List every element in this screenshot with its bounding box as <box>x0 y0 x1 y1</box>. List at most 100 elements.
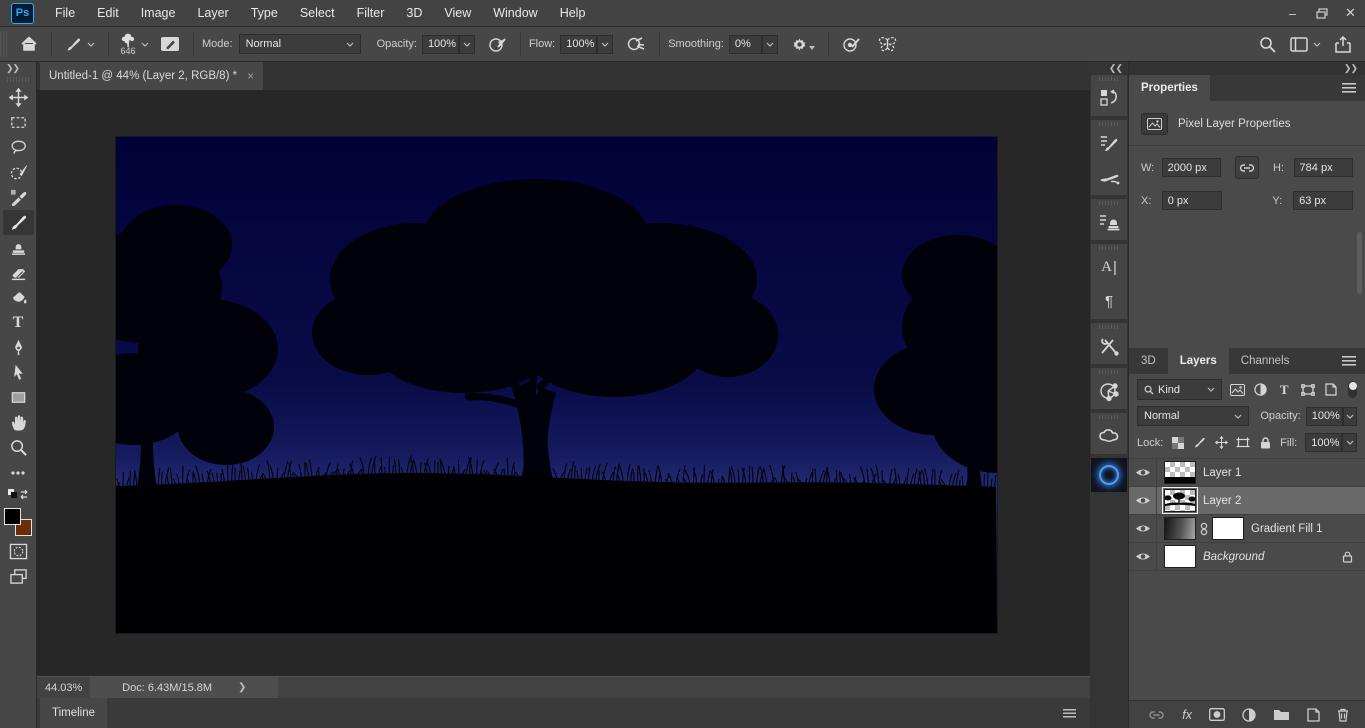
filter-adjustment-layers-icon[interactable] <box>1252 383 1268 396</box>
status-chevron-icon[interactable]: ❯ <box>238 682 246 693</box>
tab-properties[interactable]: Properties <box>1129 75 1210 101</box>
restore-button[interactable] <box>1307 0 1336 26</box>
character-panel-tile[interactable]: A | ¶ <box>1091 244 1127 319</box>
default-and-swap-colors[interactable] <box>3 485 34 505</box>
opacity-input[interactable]: 100% <box>421 34 459 54</box>
clone-stamp-tool[interactable] <box>3 235 34 260</box>
gradient-fill-thumbnail[interactable] <box>1164 517 1196 540</box>
properties-menu-icon[interactable] <box>1342 75 1356 101</box>
brush-settings-panel-tile[interactable] <box>1091 120 1127 195</box>
hand-tool[interactable] <box>3 410 34 435</box>
paint-bucket-tool[interactable] <box>3 285 34 310</box>
tab-layers[interactable]: Layers <box>1167 348 1229 374</box>
toggle-brush-settings-panel[interactable] <box>155 31 185 57</box>
link-dimensions-button[interactable] <box>1235 156 1259 179</box>
layer-1-name[interactable]: Layer 1 <box>1203 467 1241 479</box>
layer-row-layer-1[interactable]: Layer 1 <box>1129 459 1365 487</box>
layers-menu-icon[interactable] <box>1342 348 1356 374</box>
dock-collapse-chevron[interactable]: ❯❯ <box>1344 63 1358 74</box>
toolbar-expand-chevron[interactable]: ❯❯ <box>0 62 36 75</box>
layer-2-visibility-eye-icon[interactable] <box>1129 487 1157 514</box>
document-tab[interactable]: Untitled-1 @ 44% (Layer 2, RGB/8) * × <box>40 62 264 90</box>
smoothing-dropdown[interactable] <box>761 34 778 54</box>
gradient-fill-name[interactable]: Gradient Fill 1 <box>1251 523 1323 535</box>
tab-3d[interactable]: 3D <box>1129 348 1168 374</box>
layer-1-visibility-eye-icon[interactable] <box>1129 459 1157 486</box>
menu-type[interactable]: Type <box>240 0 289 26</box>
x-input[interactable]: 0 px <box>1161 191 1222 210</box>
edit-toolbar-ellipsis[interactable] <box>3 460 34 485</box>
background-name[interactable]: Background <box>1203 551 1264 563</box>
smoothing-options-gear[interactable] <box>786 31 820 57</box>
tool-presets-panel-tile[interactable] <box>1091 323 1127 364</box>
foreground-color-swatch[interactable] <box>4 508 21 525</box>
pressure-opacity-toggle[interactable] <box>483 31 512 57</box>
filter-toggle-switch[interactable] <box>1348 381 1357 398</box>
smoothing-input[interactable]: 0% <box>728 34 762 54</box>
background-thumbnail[interactable] <box>1164 545 1196 568</box>
pen-tool[interactable] <box>3 335 34 360</box>
width-input[interactable]: 2000 px <box>1161 158 1222 177</box>
menu-layer[interactable]: Layer <box>186 0 239 26</box>
lock-transparency-icon[interactable] <box>1171 436 1185 449</box>
airbrush-toggle[interactable] <box>621 31 651 57</box>
document-close-icon[interactable]: × <box>247 69 254 83</box>
minimize-button[interactable]: – <box>1278 0 1307 26</box>
flow-input[interactable]: 100% <box>560 34 598 54</box>
lock-position-icon[interactable] <box>1215 436 1229 449</box>
layer-row-gradient-fill-1[interactable]: Gradient Fill 1 <box>1129 515 1365 543</box>
fill-dropdown[interactable] <box>1342 433 1357 452</box>
object-selection-tool[interactable] <box>3 160 34 185</box>
new-layer-button[interactable] <box>1307 707 1320 722</box>
filter-shape-layers-icon[interactable] <box>1299 383 1315 396</box>
history-panel-tile[interactable] <box>1091 75 1127 116</box>
eyedropper-tool[interactable] <box>3 185 34 210</box>
new-adjustment-layer-button[interactable] <box>1242 707 1256 722</box>
filter-smart-objects-icon[interactable] <box>1323 383 1339 396</box>
search-icon[interactable] <box>1259 36 1276 53</box>
zoom-tool[interactable] <box>3 435 34 460</box>
background-visibility-eye-icon[interactable] <box>1129 543 1157 570</box>
layer-filter-kind-select[interactable]: Kind <box>1137 379 1223 400</box>
gradient-fill-visibility-eye-icon[interactable] <box>1129 515 1157 542</box>
menu-select[interactable]: Select <box>289 0 346 26</box>
layers-opacity-input[interactable]: 100% <box>1305 406 1343 426</box>
paint-symmetry-butterfly[interactable] <box>872 31 903 57</box>
menu-window[interactable]: Window <box>482 0 548 26</box>
layer-row-background[interactable]: Background <box>1129 543 1365 571</box>
menu-edit[interactable]: Edit <box>86 0 130 26</box>
screen-mode[interactable] <box>3 564 34 589</box>
share-panel-tile[interactable] <box>1091 368 1127 409</box>
opacity-dropdown[interactable] <box>458 34 475 54</box>
pressure-size-toggle[interactable] <box>837 31 866 57</box>
filter-pixel-layers-icon[interactable] <box>1229 383 1245 396</box>
layer-effects-button[interactable]: fx <box>1182 708 1192 722</box>
layer-2-thumbnail[interactable] <box>1162 487 1198 514</box>
lock-pixels-icon[interactable] <box>1193 436 1207 449</box>
y-input[interactable]: 63 px <box>1293 191 1353 210</box>
layers-opacity-dropdown[interactable] <box>1342 406 1357 426</box>
menu-file[interactable]: File <box>44 0 86 26</box>
background-lock-icon[interactable] <box>1342 551 1353 563</box>
rectangular-marquee-tool[interactable] <box>3 110 34 135</box>
move-tool[interactable] <box>3 85 34 110</box>
lock-artboard-icon[interactable] <box>1236 437 1250 449</box>
rectangle-tool[interactable] <box>3 385 34 410</box>
height-input[interactable]: 784 px <box>1293 158 1353 177</box>
tab-channels[interactable]: Channels <box>1229 348 1302 374</box>
properties-scrollbar[interactable] <box>1357 232 1362 294</box>
flow-dropdown[interactable] <box>597 34 614 54</box>
glow-ring-panel-tile[interactable] <box>1091 458 1127 492</box>
zoom-level[interactable]: 44.03% <box>37 682 90 694</box>
workspace-switcher[interactable] <box>1290 36 1321 52</box>
link-layers-button[interactable] <box>1148 710 1165 720</box>
fill-input[interactable]: 100% <box>1305 433 1343 452</box>
add-layer-mask-button[interactable] <box>1209 708 1225 721</box>
quick-mask-mode[interactable] <box>3 539 34 564</box>
delete-layer-button[interactable] <box>1337 708 1349 722</box>
timeline-tab[interactable]: Timeline <box>40 698 108 728</box>
canvas-artwork[interactable] <box>116 137 997 633</box>
close-button[interactable]: ✕ <box>1336 0 1365 26</box>
path-selection-tool[interactable] <box>3 360 34 385</box>
share-icon[interactable] <box>1335 35 1351 53</box>
